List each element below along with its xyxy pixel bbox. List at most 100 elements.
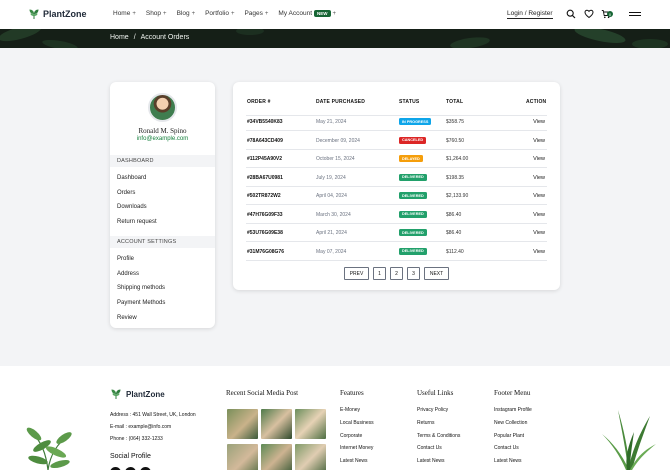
nav-blog[interactable]: Blog + <box>177 10 196 17</box>
logo-text: PlantZone <box>43 9 87 19</box>
plus-icon: + <box>332 10 337 17</box>
social-post-thumbnail[interactable] <box>295 409 326 439</box>
pagination-next-button[interactable]: NEXT <box>424 267 449 280</box>
search-icon[interactable] <box>566 9 576 19</box>
footer-logo[interactable]: PlantZone <box>110 388 165 400</box>
sidebar-item-downloads[interactable]: Downloads <box>117 204 147 210</box>
footer-link-new-collection[interactable]: New Collection <box>494 420 527 426</box>
footer-link-returns[interactable]: Returns <box>417 420 435 426</box>
menu-icon[interactable] <box>629 9 641 19</box>
status-badge: IN PROGRESS <box>399 118 432 125</box>
status-badge: DELIVERED <box>399 247 427 255</box>
footer-logo-text: PlantZone <box>126 389 165 399</box>
view-order-link[interactable]: View <box>533 156 545 162</box>
footer-link-internet-money[interactable]: Internet Money <box>340 445 373 451</box>
table-row: #112P45A90V2 October 15, 2024 DELAYED $1,26… <box>246 150 547 168</box>
footer-link-terms[interactable]: Terms & Conditions <box>417 433 460 439</box>
footer-link-popular-plant[interactable]: Popular Plant <box>494 433 524 439</box>
social-post-thumbnail[interactable] <box>261 409 292 439</box>
sidebar-item-review[interactable]: Review <box>117 315 137 321</box>
table-row: #47H76G09F33 March 30, 2024 DELIVERED $86.4… <box>246 206 547 224</box>
nav-my-account-label: My Account <box>278 10 313 17</box>
column-header-total: TOTAL <box>446 99 464 105</box>
status-badge: DELAYED <box>399 155 423 162</box>
order-id: #112P45A90V2 <box>247 156 283 162</box>
heart-icon[interactable] <box>584 9 594 19</box>
breadcrumb: Home / Account Orders <box>110 34 189 41</box>
order-total: $198.35 <box>446 174 465 181</box>
breadcrumb-home[interactable]: Home <box>110 34 129 41</box>
view-order-link[interactable]: View <box>533 138 545 144</box>
social-post-thumbnail[interactable] <box>261 444 292 470</box>
status-badge: DELIVERED <box>399 210 427 218</box>
view-order-link[interactable]: View <box>533 119 545 125</box>
order-date: July 19, 2024 <box>316 174 346 181</box>
sidebar-item-orders[interactable]: Orders <box>117 190 135 196</box>
pagination-page-1[interactable]: 1 <box>373 267 386 280</box>
social-post-thumbnail[interactable] <box>295 444 326 470</box>
footer-link-e-money[interactable]: E-Money <box>340 407 360 413</box>
account-sidebar: Ronald M. Spino info@example.com DASHBOA… <box>110 82 215 328</box>
footer-link-local-business[interactable]: Local Business <box>340 420 374 426</box>
table-row: #34VB5540K83 May 21, 2024 IN PROGRESS $358.… <box>246 113 547 131</box>
site-header: PlantZone Home + Shop + Blog + Portfolio + P… <box>0 0 670 30</box>
footer-address: Address : 451 Wall Street, UK, London <box>110 412 196 418</box>
footer-link-latest-news[interactable]: Latest News <box>417 458 445 464</box>
new-badge: NEW <box>314 10 331 17</box>
order-date: December 09, 2024 <box>316 137 360 144</box>
order-id: #78A643CD409 <box>247 137 283 144</box>
sidebar-item-payment-methods[interactable]: Payment Methods <box>117 300 165 306</box>
sidebar-item-profile[interactable]: Profile <box>117 256 134 262</box>
nav-pages[interactable]: Pages + <box>244 10 268 17</box>
plus-icon: + <box>264 10 269 17</box>
nav-blog-label: Blog <box>176 10 190 17</box>
order-total: $760.50 <box>446 137 465 144</box>
table-row: #28BA67U0981 July 19, 2024 DELIVERED $198.3… <box>246 169 547 187</box>
pagination-page-3[interactable]: 3 <box>407 267 420 280</box>
order-id: #502TR872W2 <box>247 193 281 199</box>
footer-phone: Phone : (064) 332-1233 <box>110 436 163 442</box>
nav-home-label: Home <box>113 10 131 17</box>
view-order-link[interactable]: View <box>533 175 545 181</box>
footer-link-latest-news[interactable]: Latest News <box>340 458 368 464</box>
user-email[interactable]: info@example.com <box>110 136 215 142</box>
order-total: $2,133.90 <box>446 193 469 199</box>
main-nav: Home + Shop + Blog + Portfolio + Pages + My A… <box>113 10 336 17</box>
view-order-link[interactable]: View <box>533 230 545 236</box>
status-badge: DELIVERED <box>399 173 427 181</box>
table-row: #502TR872W2 April 04, 2024 DELIVERED $2,133… <box>246 187 547 205</box>
site-logo[interactable]: PlantZone <box>28 8 87 20</box>
social-post-thumbnail[interactable] <box>227 409 258 439</box>
pagination-page-2[interactable]: 2 <box>390 267 403 280</box>
nav-my-account[interactable]: My Account NEW + <box>278 10 336 17</box>
sidebar-item-shipping-methods[interactable]: Shipping methods <box>117 285 165 291</box>
social-post-thumbnail[interactable] <box>227 444 258 470</box>
nav-pages-label: Pages <box>244 10 263 17</box>
pagination-prev-button[interactable]: PREV <box>344 267 369 280</box>
footer-link-contact-us[interactable]: Contact Us <box>417 445 442 451</box>
nav-portfolio-label: Portfolio <box>205 10 229 17</box>
footer-link-contact-us[interactable]: Contact Us <box>494 445 519 451</box>
table-row: #53U76G09E38 April 21, 2024 DELIVERED $86.4… <box>246 224 547 242</box>
leaf-background-decoration <box>0 29 668 48</box>
footer-link-instagram-profile[interactable]: Instagram Profile <box>494 407 532 413</box>
order-total: $86.40 <box>446 230 462 236</box>
sidebar-item-return-request[interactable]: Return request <box>117 219 157 225</box>
sidebar-item-dashboard[interactable]: Dashboard <box>117 175 146 181</box>
view-order-link[interactable]: View <box>533 193 545 199</box>
nav-home[interactable]: Home + <box>113 10 136 17</box>
footer-link-latest-news[interactable]: Latest News <box>494 458 522 464</box>
nav-shop[interactable]: Shop + <box>146 10 167 17</box>
footer-link-privacy-policy[interactable]: Privacy Policy <box>417 407 448 413</box>
view-order-link[interactable]: View <box>533 212 545 218</box>
footer-social-post-title: Recent Social Media Post <box>226 389 299 397</box>
view-order-link[interactable]: View <box>533 249 545 255</box>
status-badge: CANCELED <box>399 136 427 144</box>
order-total: $86.40 <box>446 211 462 218</box>
nav-portfolio[interactable]: Portfolio + <box>205 10 234 17</box>
login-register-link[interactable]: Login / Register <box>507 10 553 19</box>
footer-link-corporate[interactable]: Corporate <box>340 433 362 439</box>
nav-shop-label: Shop <box>145 10 162 17</box>
plus-icon: + <box>163 10 167 17</box>
sidebar-item-address[interactable]: Address <box>117 271 139 277</box>
